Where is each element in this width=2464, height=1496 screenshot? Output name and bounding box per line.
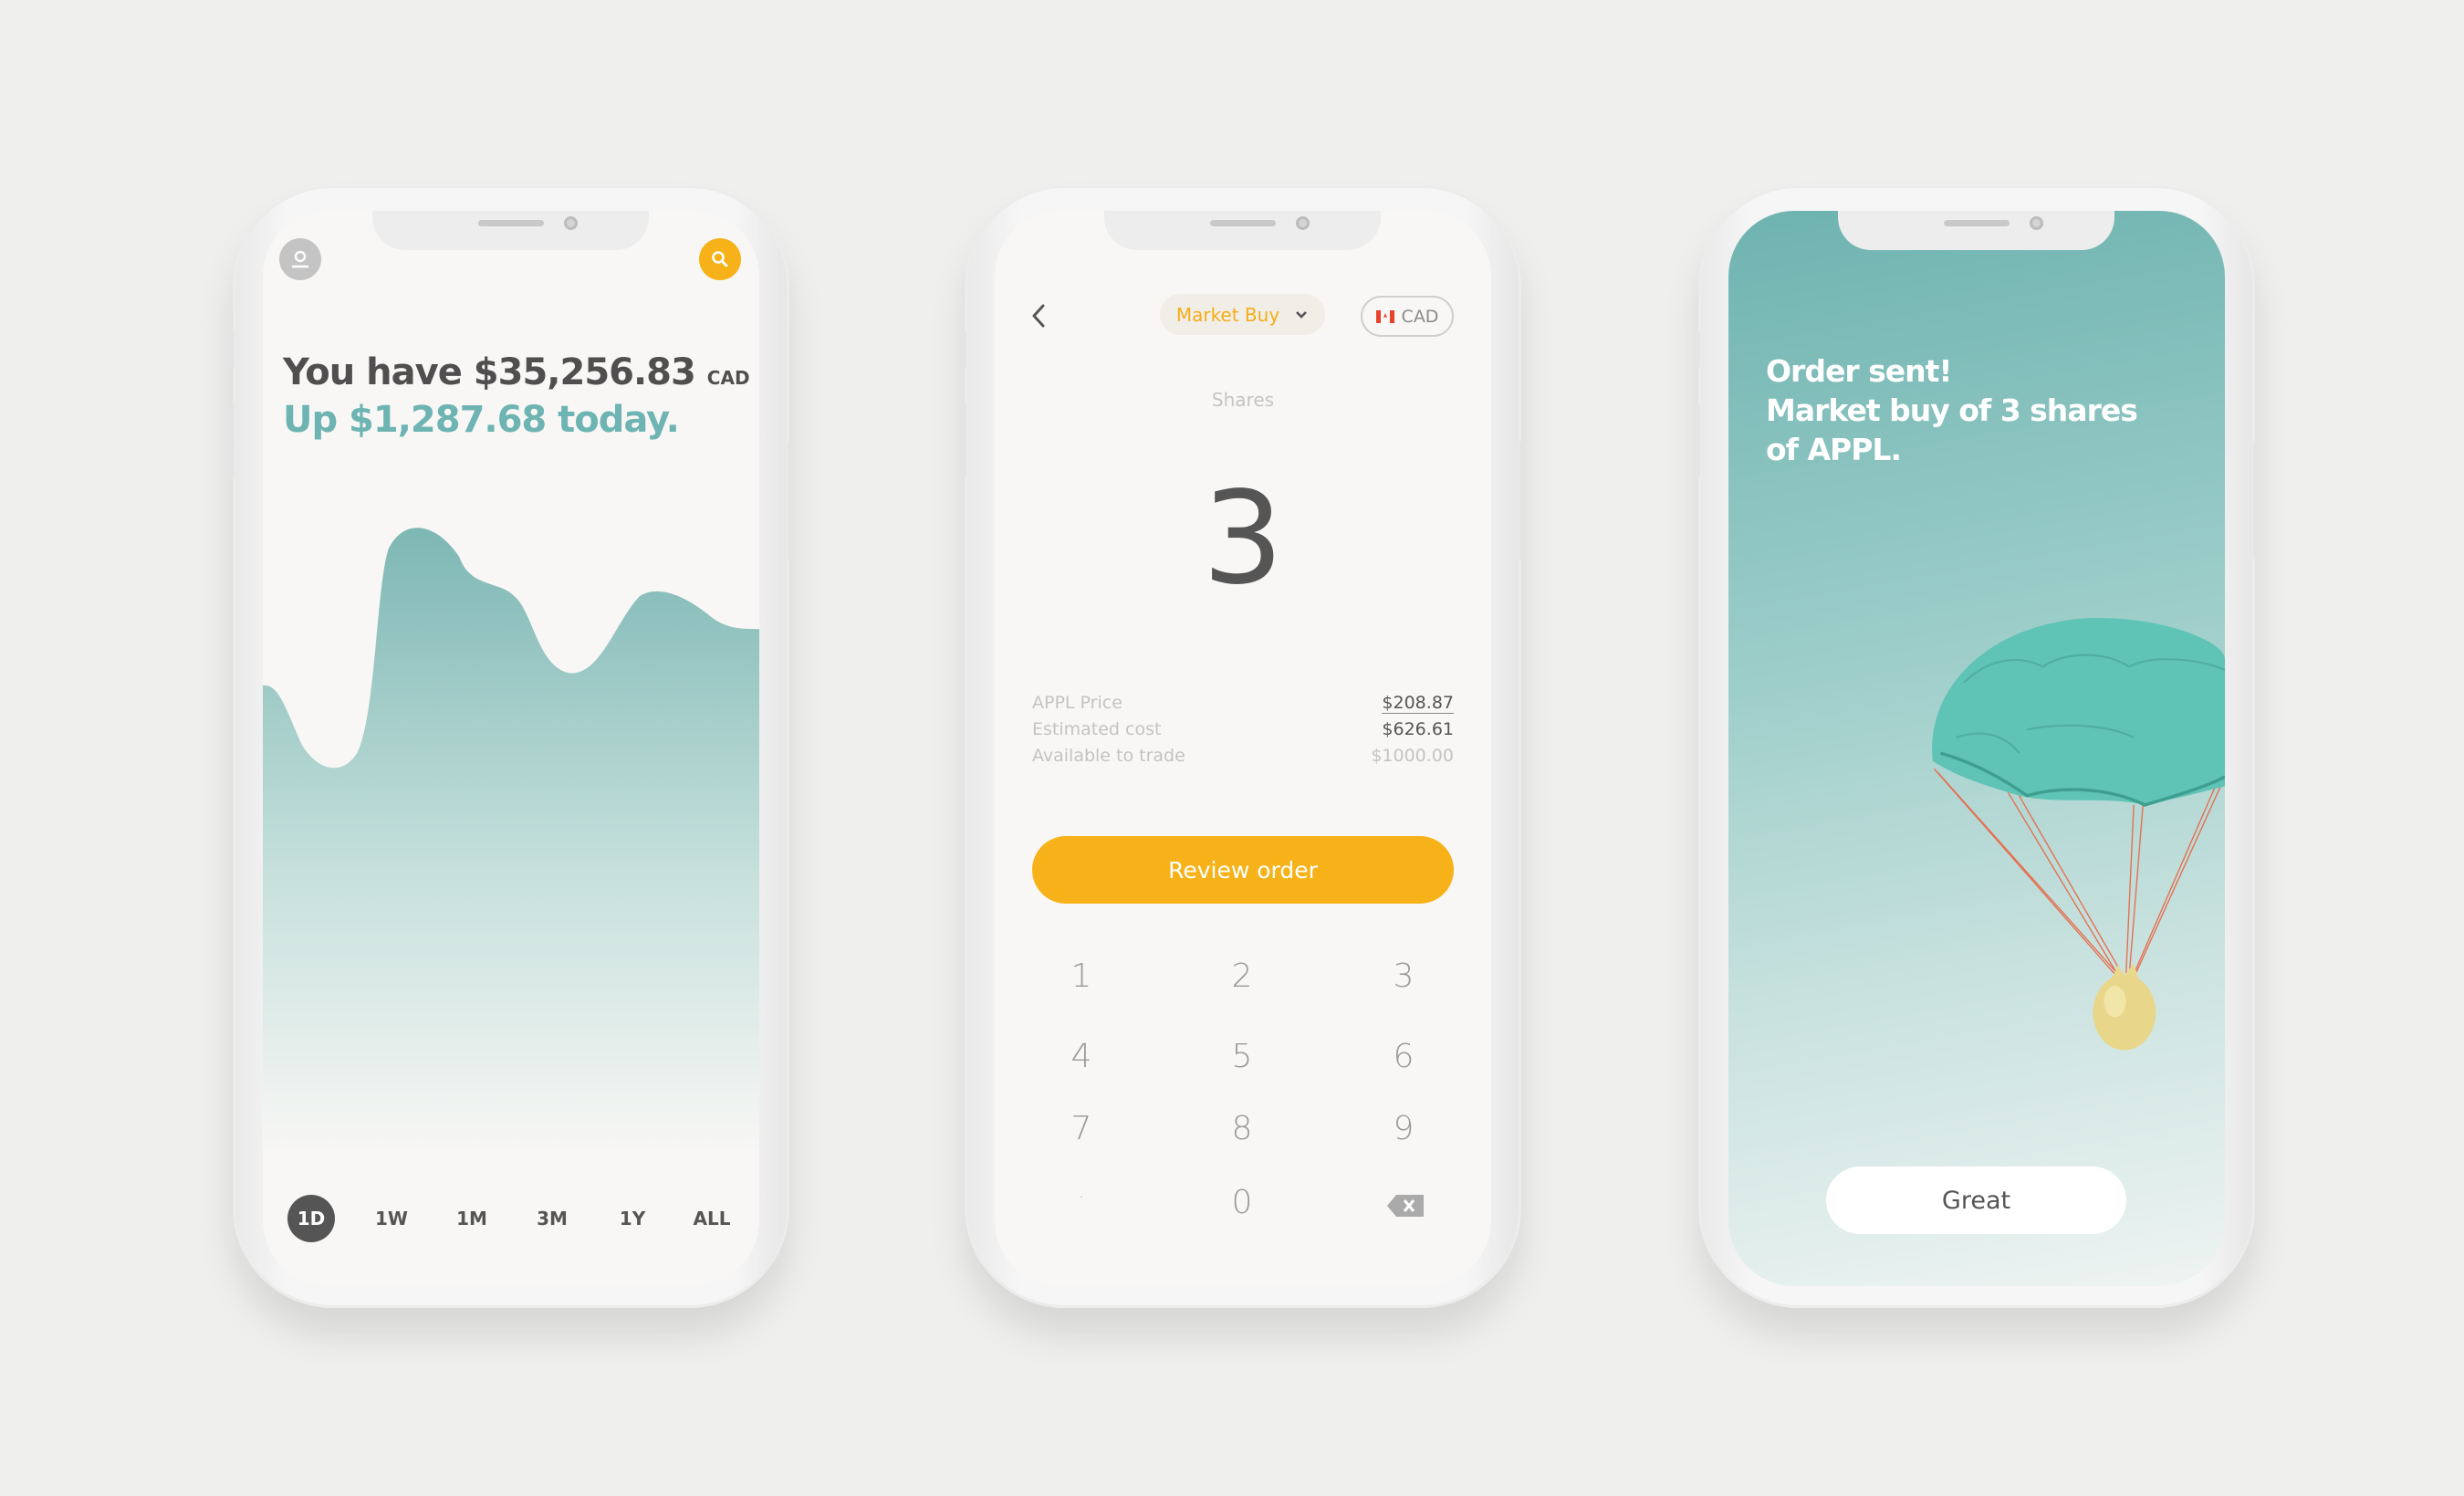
- confirmation-screen: Order sent! Market buy of 3 shares of APPL…: [1728, 211, 2225, 1286]
- review-order-button[interactable]: Review order: [1032, 836, 1454, 904]
- search-icon: [712, 251, 728, 267]
- phone-confirmation: Order sent! Market buy of 3 shares of APPL…: [1696, 185, 2258, 1308]
- balance-value: $35,256.83: [473, 351, 696, 393]
- key-4[interactable]: 4: [1045, 1038, 1118, 1075]
- profile-button[interactable]: [279, 238, 321, 280]
- phone-order: Market Buy CAD Shares 3 APPL Price $208.8…: [962, 185, 1524, 1308]
- timeframe-1y[interactable]: 1Y: [609, 1195, 656, 1242]
- key-6[interactable]: 6: [1367, 1038, 1440, 1075]
- portfolio-screen: You have $35,256.83 CAD Up $1,287.68 tod…: [263, 211, 759, 1286]
- order-type-dropdown[interactable]: Market Buy: [1160, 294, 1325, 335]
- daily-change: Up $1,287.68 today.: [283, 399, 680, 441]
- timeframe-1m[interactable]: 1M: [448, 1195, 496, 1242]
- chevron-down-icon: [1296, 310, 1308, 319]
- key-1[interactable]: 1: [1045, 957, 1118, 995]
- user-icon: [292, 250, 308, 268]
- notch: [372, 211, 649, 250]
- timeframe-3m[interactable]: 3M: [528, 1195, 576, 1242]
- balance-heading: You have $35,256.83 CAD: [283, 351, 750, 393]
- currency-selector[interactable]: CAD: [1361, 296, 1454, 337]
- key-8[interactable]: 8: [1206, 1110, 1279, 1147]
- great-button[interactable]: Great: [1826, 1166, 2126, 1234]
- detail-row-price: APPL Price $208.87: [1032, 693, 1454, 714]
- key-decimal[interactable]: .: [1045, 1180, 1118, 1203]
- shares-value: 3: [1202, 465, 1284, 613]
- notch: [1838, 211, 2114, 250]
- search-button[interactable]: [699, 238, 741, 280]
- timeframe-1w[interactable]: 1W: [368, 1195, 415, 1242]
- order-type-label: Market Buy: [1175, 303, 1280, 326]
- backspace-icon: [1387, 1195, 1424, 1217]
- chevron-left-icon: [1032, 304, 1045, 328]
- currency-label: CAD: [706, 367, 750, 389]
- order-screen: Market Buy CAD Shares 3 APPL Price $208.8…: [995, 211, 1491, 1286]
- key-3[interactable]: 3: [1367, 957, 1440, 995]
- chart-area: [263, 528, 759, 1155]
- key-2[interactable]: 2: [1206, 957, 1279, 995]
- phone-portfolio: You have $35,256.83 CAD Up $1,287.68 tod…: [230, 185, 792, 1308]
- detail-row-available: Available to trade $1000.00: [1032, 746, 1454, 766]
- timeframe-all[interactable]: ALL: [688, 1195, 736, 1242]
- canada-flag-icon: [1375, 309, 1394, 323]
- key-9[interactable]: 9: [1367, 1110, 1440, 1147]
- key-0[interactable]: 0: [1206, 1184, 1279, 1221]
- parachute-illustration: [1932, 618, 2225, 1051]
- shares-label: Shares: [1211, 389, 1275, 411]
- key-5[interactable]: 5: [1206, 1038, 1279, 1075]
- detail-row-estimated-cost: Estimated cost $626.61: [1032, 719, 1454, 739]
- currency-label: CAD: [1401, 306, 1439, 327]
- backspace-key[interactable]: [1385, 1193, 1425, 1219]
- back-button[interactable]: [1028, 302, 1049, 330]
- timeframe-1d[interactable]: 1D: [287, 1195, 335, 1242]
- notch: [1104, 211, 1381, 250]
- key-7[interactable]: 7: [1045, 1110, 1118, 1147]
